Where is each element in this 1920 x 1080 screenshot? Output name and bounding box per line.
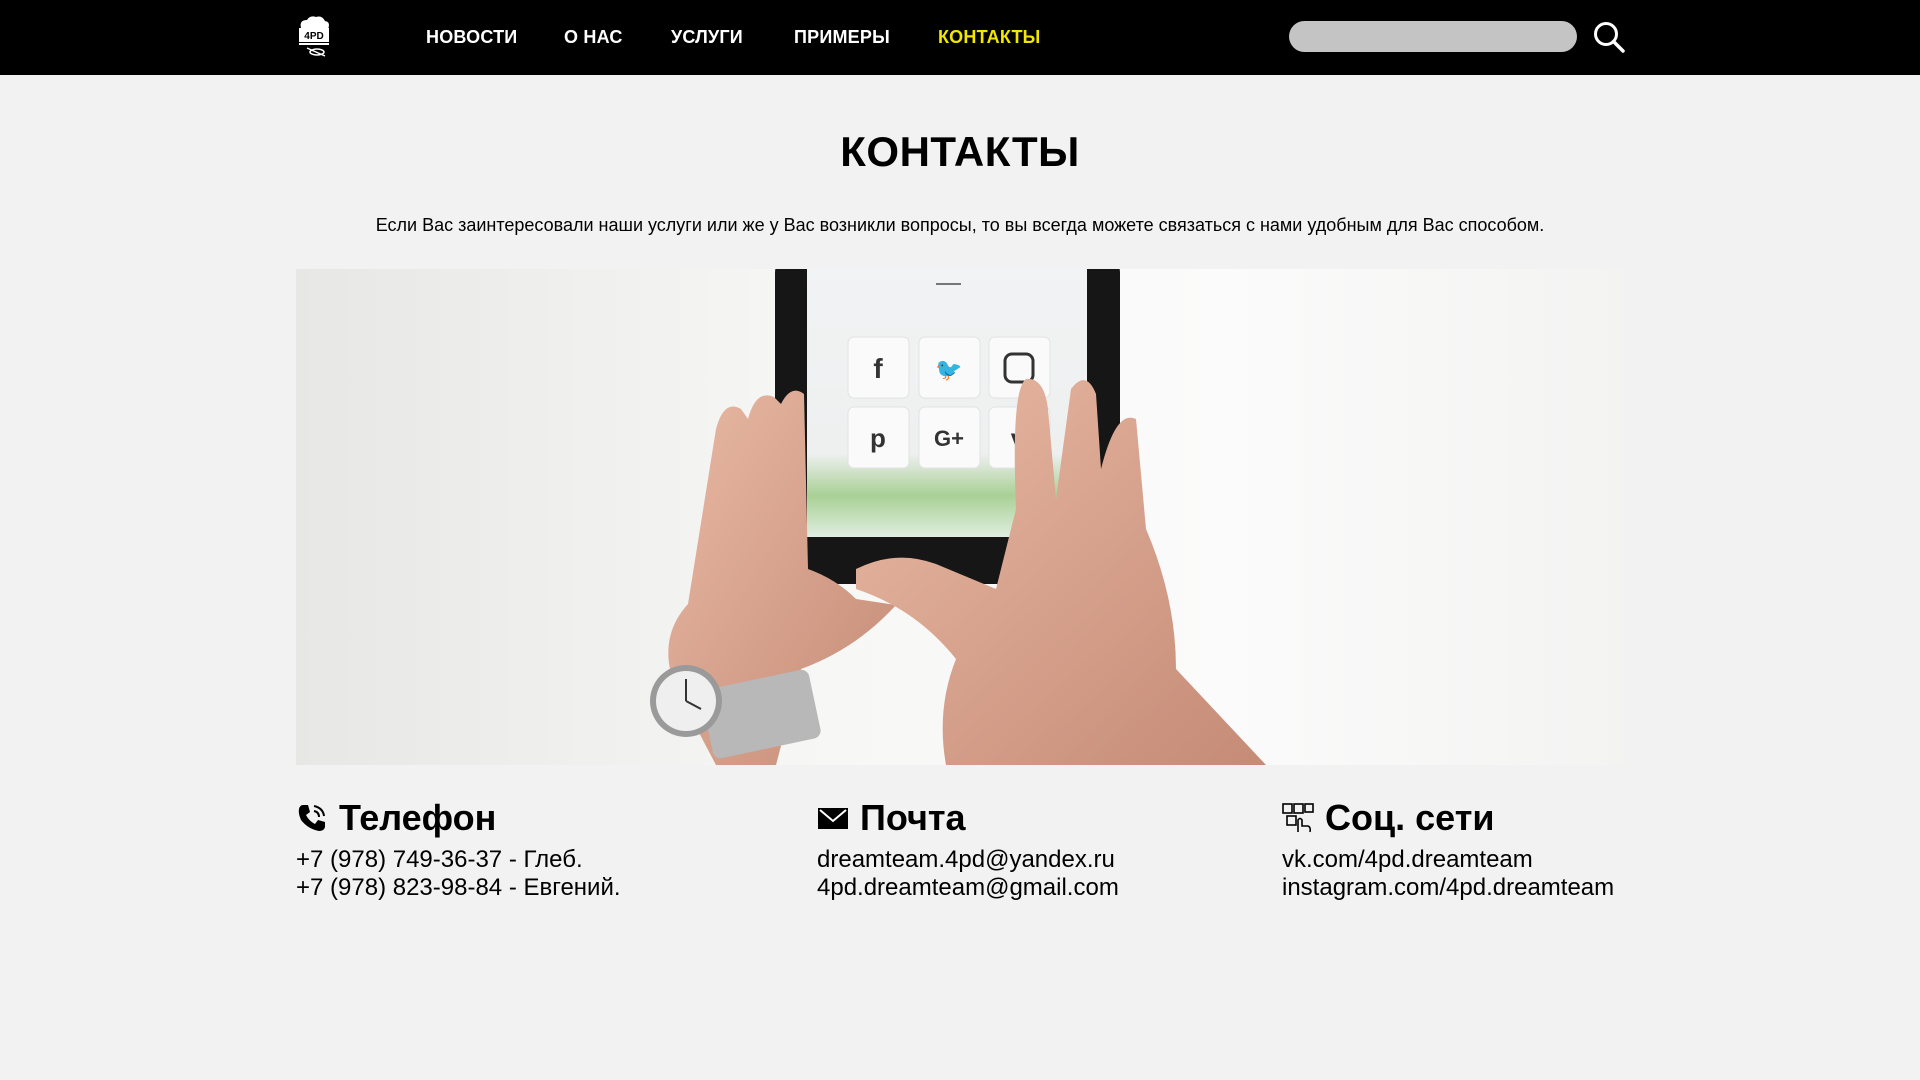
svg-text:🐦: 🐦 <box>935 357 962 382</box>
nav-item-examples[interactable]: ПРИМЕРЫ <box>794 27 890 48</box>
email-gmail[interactable]: 4pd.dreamteam@gmail.com <box>817 874 1119 902</box>
contact-social-title: Соц. сети <box>1325 797 1495 838</box>
nav-item-about[interactable]: О НАС <box>564 27 623 48</box>
nav-item-news[interactable]: НОВОСТИ <box>426 27 517 48</box>
intro-text: Если Вас заинтересовали наши услуги или … <box>375 215 1545 235</box>
contact-social-section: Соц. сети vk.com/4pd.dreamteam instagram… <box>1282 795 1614 902</box>
contact-mail-section: Почта dreamteam.4pd@yandex.ru 4pd.dreamt… <box>817 795 1119 902</box>
hero-image-tablet-hands: f 🐦 p G+ v <box>296 269 1625 765</box>
phone-icon <box>298 805 325 831</box>
top-navigation-bar: 4PD НОВОСТИ О НАС УСЛУГИ ПРИМЕРЫ КОНТАКТ… <box>0 0 1920 75</box>
phone-number-evgeniy[interactable]: +7 (978) 823-98-84 - Евгений. <box>296 874 621 902</box>
contact-phone-title: Телефон <box>339 797 497 838</box>
logo[interactable]: 4PD <box>295 14 333 60</box>
social-link-vk[interactable]: vk.com/4pd.dreamteam <box>1282 846 1614 874</box>
nav-item-contacts[interactable]: КОНТАКТЫ <box>938 27 1041 48</box>
svg-text:f: f <box>873 353 883 384</box>
contact-mail-title: Почта <box>860 797 966 838</box>
social-network-icon <box>1282 803 1314 833</box>
svg-text:G+: G+ <box>934 426 964 451</box>
email-yandex[interactable]: dreamteam.4pd@yandex.ru <box>817 846 1119 874</box>
envelope-icon <box>818 808 848 829</box>
svg-text:p: p <box>870 423 886 453</box>
page-title: КОНТАКТЫ <box>840 128 1080 175</box>
search-input[interactable] <box>1289 21 1577 52</box>
nav-item-services[interactable]: УСЛУГИ <box>671 27 743 48</box>
contact-phone-section: Телефон +7 (978) 749-36-37 - Глеб. +7 (9… <box>296 795 621 902</box>
logo-text: 4PD <box>304 31 323 42</box>
search-icon[interactable] <box>1592 20 1626 54</box>
social-link-instagram[interactable]: instagram.com/4pd.dreamteam <box>1282 874 1614 902</box>
phone-number-gleb[interactable]: +7 (978) 749-36-37 - Глеб. <box>296 846 621 874</box>
